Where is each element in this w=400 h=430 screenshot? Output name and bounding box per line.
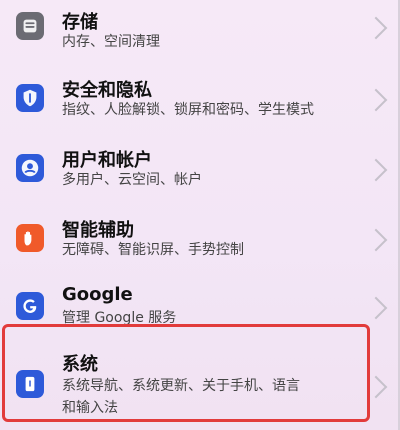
settings-item-subtitle: 管理 Google 服务 <box>62 310 177 326</box>
chevron-right-icon <box>364 158 388 182</box>
storage-icon <box>16 12 44 40</box>
settings-item-subtitle: 无障碍、智能识屏、手势控制 <box>62 242 244 258</box>
chevron-right-icon <box>364 375 388 399</box>
settings-item-subtitle-line2: 和输入法 <box>62 400 118 416</box>
settings-item-subtitle: 内存、空间清理 <box>62 34 160 50</box>
settings-item-storage[interactable]: 存储 内存、空间清理 <box>0 0 400 70</box>
settings-item-security-privacy[interactable]: 安全和隐私 指纹、人脸解锁、锁屏和密码、学生模式 <box>0 70 400 140</box>
google-icon <box>16 292 44 320</box>
settings-item-title: 用户和帐户 <box>62 150 152 171</box>
settings-item-title: 存储 <box>62 12 98 33</box>
settings-item-subtitle-line1: 系统导航、系统更新、关于手机、语言 <box>62 378 300 394</box>
chevron-right-icon <box>364 296 388 320</box>
phone-info-icon <box>16 370 44 398</box>
hand-icon <box>16 224 44 252</box>
settings-item-title: 安全和隐私 <box>62 80 152 101</box>
settings-item-title: 系统 <box>62 354 98 375</box>
settings-item-smart-assist[interactable]: 智能辅助 无障碍、智能识屏、手势控制 <box>0 210 400 280</box>
settings-item-system[interactable]: 系统 系统导航、系统更新、关于手机、语言 和输入法 <box>0 344 400 430</box>
settings-item-title: Google <box>62 284 133 305</box>
settings-item-subtitle: 多用户、云空间、帐户 <box>62 172 202 188</box>
chevron-right-icon <box>364 16 388 40</box>
chevron-right-icon <box>364 228 388 252</box>
user-icon <box>16 154 44 182</box>
settings-item-subtitle: 指纹、人脸解锁、锁屏和密码、学生模式 <box>62 102 314 118</box>
settings-item-title: 智能辅助 <box>62 220 134 241</box>
settings-item-users-accounts[interactable]: 用户和帐户 多用户、云空间、帐户 <box>0 140 400 210</box>
settings-item-google[interactable]: Google 管理 Google 服务 <box>0 280 400 350</box>
settings-list: 存储 内存、空间清理 安全和隐私 指纹、人脸解锁、锁屏和密码、学生模式 用户和帐… <box>0 0 400 430</box>
shield-icon <box>16 84 44 112</box>
chevron-right-icon <box>364 88 388 112</box>
